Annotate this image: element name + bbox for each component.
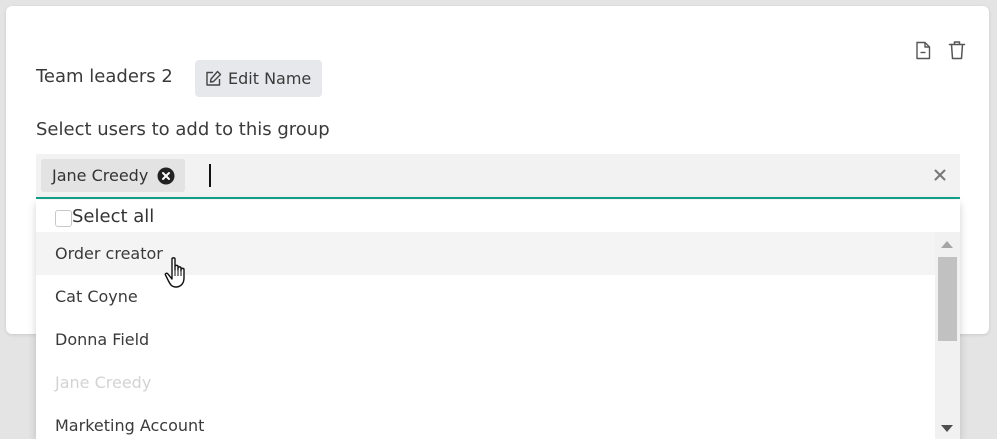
group-name: Team leaders 2 [36,66,173,87]
scrollbar-thumb[interactable] [938,257,957,341]
chip-label: Jane Creedy [52,166,149,185]
pencil-square-icon [205,70,222,87]
option-label: Jane Creedy [55,373,152,392]
select-all-label: Select all [72,206,155,227]
trash-icon[interactable] [947,39,967,61]
hand-pointer-cursor-icon [163,256,191,290]
user-multiselect-input[interactable]: Jane Creedy [36,154,960,199]
option-label: Cat Coyne [55,287,138,306]
scroll-down-arrow-icon[interactable] [941,425,953,432]
dropdown-scrollbar[interactable] [935,232,960,439]
select-all-checkbox[interactable] [55,210,72,227]
list-item[interactable]: Marketing Account [36,404,935,439]
scroll-up-arrow-icon[interactable] [941,241,953,248]
option-label: Order creator [55,244,163,263]
edit-name-label: Edit Name [228,69,312,88]
selected-user-chip: Jane Creedy [41,159,186,192]
option-label: Marketing Account [55,416,205,435]
circle-x-icon[interactable] [157,167,175,185]
card-actions [913,39,967,61]
user-options-dropdown: Select all Order creator Cat Coyne Donna… [36,200,960,439]
option-label: Donna Field [55,330,150,349]
list-item-disabled: Jane Creedy [36,361,935,404]
select-users-label: Select users to add to this group [36,119,330,140]
text-caret [209,164,211,187]
edit-name-button[interactable]: Edit Name [195,60,323,97]
list-item[interactable]: Donna Field [36,318,935,361]
close-icon[interactable] [932,167,948,183]
document-icon[interactable] [913,39,933,61]
select-all-option[interactable]: Select all [55,206,154,227]
